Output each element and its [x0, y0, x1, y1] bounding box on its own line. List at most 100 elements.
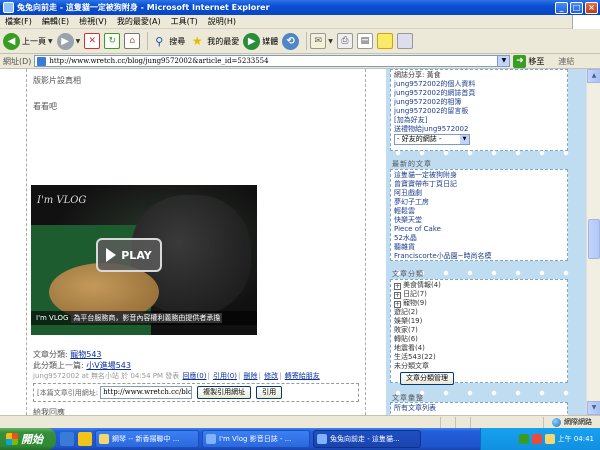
category-item[interactable]: 地震看(4) [394, 344, 564, 353]
recent-panel: 這隻貓一定被狗附身 曾寶寶帶布丁頁日記 阿丑戲劇 夢幻子工房 輕鬆雲 快樂天堂 … [390, 169, 568, 261]
stop-button[interactable]: ✕ [84, 33, 101, 49]
menu-tools[interactable]: 工具(T) [166, 16, 203, 27]
forward-button[interactable]: ▶ ▼ [56, 32, 81, 50]
recent-link[interactable]: 52水晶 [394, 234, 564, 243]
article-meta: jung9572002 at 無名小站 於 04:54 PM 發表 回應(0)|… [33, 372, 320, 380]
profile-link[interactable]: jung9572002的相簿 [394, 98, 564, 107]
menu-help[interactable]: 說明(H) [203, 16, 241, 27]
history-button[interactable]: ⟲ [282, 32, 300, 50]
task-button-active[interactable]: 兔兔向前走 - 這隻貓... [313, 430, 421, 448]
media-button[interactable]: ▶ 媒體 [243, 32, 278, 50]
clock[interactable]: 上午 04:41 [558, 434, 594, 444]
search-button[interactable]: ⚲ 搜尋 [151, 33, 185, 49]
task-button[interactable]: I'm Vlog 影音日誌 - ... [202, 430, 310, 448]
edit-link[interactable]: 修改 [264, 372, 278, 380]
category-item[interactable]: 生活543(22) [394, 353, 564, 362]
start-button[interactable]: 開始 [0, 428, 56, 450]
profile-link[interactable]: jung9572002的留言板 [394, 107, 564, 116]
profile-link[interactable]: jung9572002的個人資料 [394, 80, 564, 89]
recent-link[interactable]: Piece of Cake [394, 225, 564, 234]
expand-icon[interactable]: + [394, 283, 401, 290]
mail-dropdown-icon[interactable]: ▼ [328, 38, 333, 45]
home-button[interactable]: ⌂ [124, 33, 141, 49]
recent-link[interactable]: Franciscorte小品園~時尚名模 [394, 252, 564, 261]
recent-link[interactable]: 輕鬆雲 [394, 207, 564, 216]
start-label: 開始 [21, 433, 43, 446]
vertical-scrollbar[interactable]: ▲ ▼ [586, 69, 600, 415]
window-titlebar[interactable]: 兔兔向前走 - 這隻貓一定被狗附身 - Microsoft Internet E… [0, 0, 600, 15]
forward-arrow-icon: ▶ [56, 32, 74, 50]
maximize-button[interactable]: □ [570, 1, 583, 14]
favorites-button[interactable]: ★ 我的最愛 [189, 33, 239, 49]
folder-quicklaunch-icon[interactable] [78, 432, 92, 446]
scroll-thumb[interactable] [588, 219, 600, 259]
menu-file[interactable]: 檔案(F) [0, 16, 37, 27]
go-button[interactable]: ➜ 移至 [513, 54, 544, 68]
forward-dropdown-icon[interactable]: ▼ [76, 38, 81, 45]
friends-select[interactable]: - 好友的網誌 - ▼ [394, 134, 470, 145]
play-button[interactable]: PLAY [96, 238, 162, 272]
profile-link[interactable]: jung9572002的網誌首頁 [394, 89, 564, 98]
recent-link[interactable]: 這隻貓一定被狗附身 [394, 171, 564, 180]
discuss-button[interactable] [376, 33, 393, 49]
task-button[interactable]: 鋼琴 -- 新香揚聯中 ... [95, 430, 199, 448]
mail-icon: ✉ [310, 33, 327, 49]
delete-link[interactable]: 刪除 [244, 372, 258, 380]
minimize-button[interactable]: _ [555, 1, 568, 14]
video-player[interactable]: I'm VLOG PLAY I'm VLOG 為平台服務商，影音內容權利義務由提… [31, 185, 257, 335]
address-url[interactable]: http://www.wretch.cc/blog/jung9572002&ar… [49, 57, 497, 65]
address-dropdown-icon[interactable]: ▼ [497, 56, 510, 66]
category-item[interactable]: 未分類文章 [394, 362, 564, 371]
forward-link[interactable]: 轉寄給朋友 [285, 372, 320, 380]
expand-icon[interactable]: + [394, 292, 401, 299]
mail-button[interactable]: ✉ ▼ [310, 33, 333, 49]
category-item[interactable]: 敗家(7) [394, 326, 564, 335]
manage-categories-button[interactable]: 文章分類管理 [400, 372, 454, 385]
back-button[interactable]: ◀ 上一頁 ▼ [3, 32, 53, 50]
profile-link[interactable]: [加為好友] [394, 116, 564, 125]
article-text-line: 版影片設真相 [33, 76, 81, 85]
archive-link[interactable]: 所有文章列表 [394, 404, 564, 413]
tray-icon[interactable] [518, 434, 529, 444]
print-button[interactable]: ⎙ [336, 33, 353, 49]
taskbar: 開始 鋼琴 -- 新香揚聯中 ... I'm Vlog 影音日誌 - ... 兔… [0, 428, 600, 450]
copy-url-button[interactable]: 複製引用網址 [197, 386, 252, 399]
menu-favorites[interactable]: 我的最愛(A) [112, 16, 166, 27]
category-item[interactable]: + 寵物(9) [394, 299, 564, 308]
profile-item: 網誌分享: 黃食 [394, 71, 441, 79]
messenger-button[interactable] [396, 33, 413, 49]
category-link[interactable]: 寵物543 [70, 350, 101, 359]
cite-link[interactable]: 引用(0) [213, 372, 237, 380]
home-icon: ⌂ [124, 33, 141, 49]
close-button[interactable]: × [585, 1, 598, 14]
menu-edit[interactable]: 編輯(E) [37, 16, 74, 27]
prev-article-link[interactable]: 小V進場543 [86, 361, 131, 370]
scroll-down-icon[interactable]: ▼ [587, 401, 600, 415]
category-item[interactable]: + 日記(7) [394, 290, 564, 299]
expand-icon[interactable]: + [394, 301, 401, 308]
recent-link[interactable]: 聽雜貨 [394, 243, 564, 252]
category-item[interactable]: 轉貼(6) [394, 335, 564, 344]
recent-link[interactable]: 快樂天堂 [394, 216, 564, 225]
tray-icon[interactable] [531, 434, 542, 444]
cite-button[interactable]: 引用 [256, 386, 283, 399]
edit-button[interactable]: ▤ [356, 33, 373, 49]
refresh-button[interactable]: ↻ [104, 33, 121, 49]
reply-link[interactable]: 回應(0) [183, 372, 207, 380]
recent-link[interactable]: 阿丑戲劇 [394, 189, 564, 198]
category-item[interactable]: + 美食情報(4) [394, 281, 564, 290]
menu-view[interactable]: 檢視(V) [74, 16, 112, 27]
profile-link[interactable]: 送禮物給jung9572002 [394, 125, 564, 134]
video-notice-brand: I'm VLOG [36, 314, 69, 322]
ie-quicklaunch-icon[interactable] [60, 432, 74, 446]
recent-link[interactable]: 夢幻子工房 [394, 198, 564, 207]
scroll-up-icon[interactable]: ▲ [587, 69, 600, 83]
category-item[interactable]: 遊記(2) [394, 308, 564, 317]
tray-icon[interactable] [544, 434, 555, 444]
links-button[interactable]: 連結 [558, 56, 574, 67]
address-input[interactable]: http://www.wretch.cc/blog/jung9572002&ar… [34, 55, 511, 67]
recent-link[interactable]: 曾寶寶帶布丁頁日記 [394, 180, 564, 189]
category-item[interactable]: 娛樂(19) [394, 317, 564, 326]
back-dropdown-icon[interactable]: ▼ [48, 38, 53, 45]
trackback-url-input[interactable]: http://www.wretch.cc/blog/ [100, 386, 193, 399]
